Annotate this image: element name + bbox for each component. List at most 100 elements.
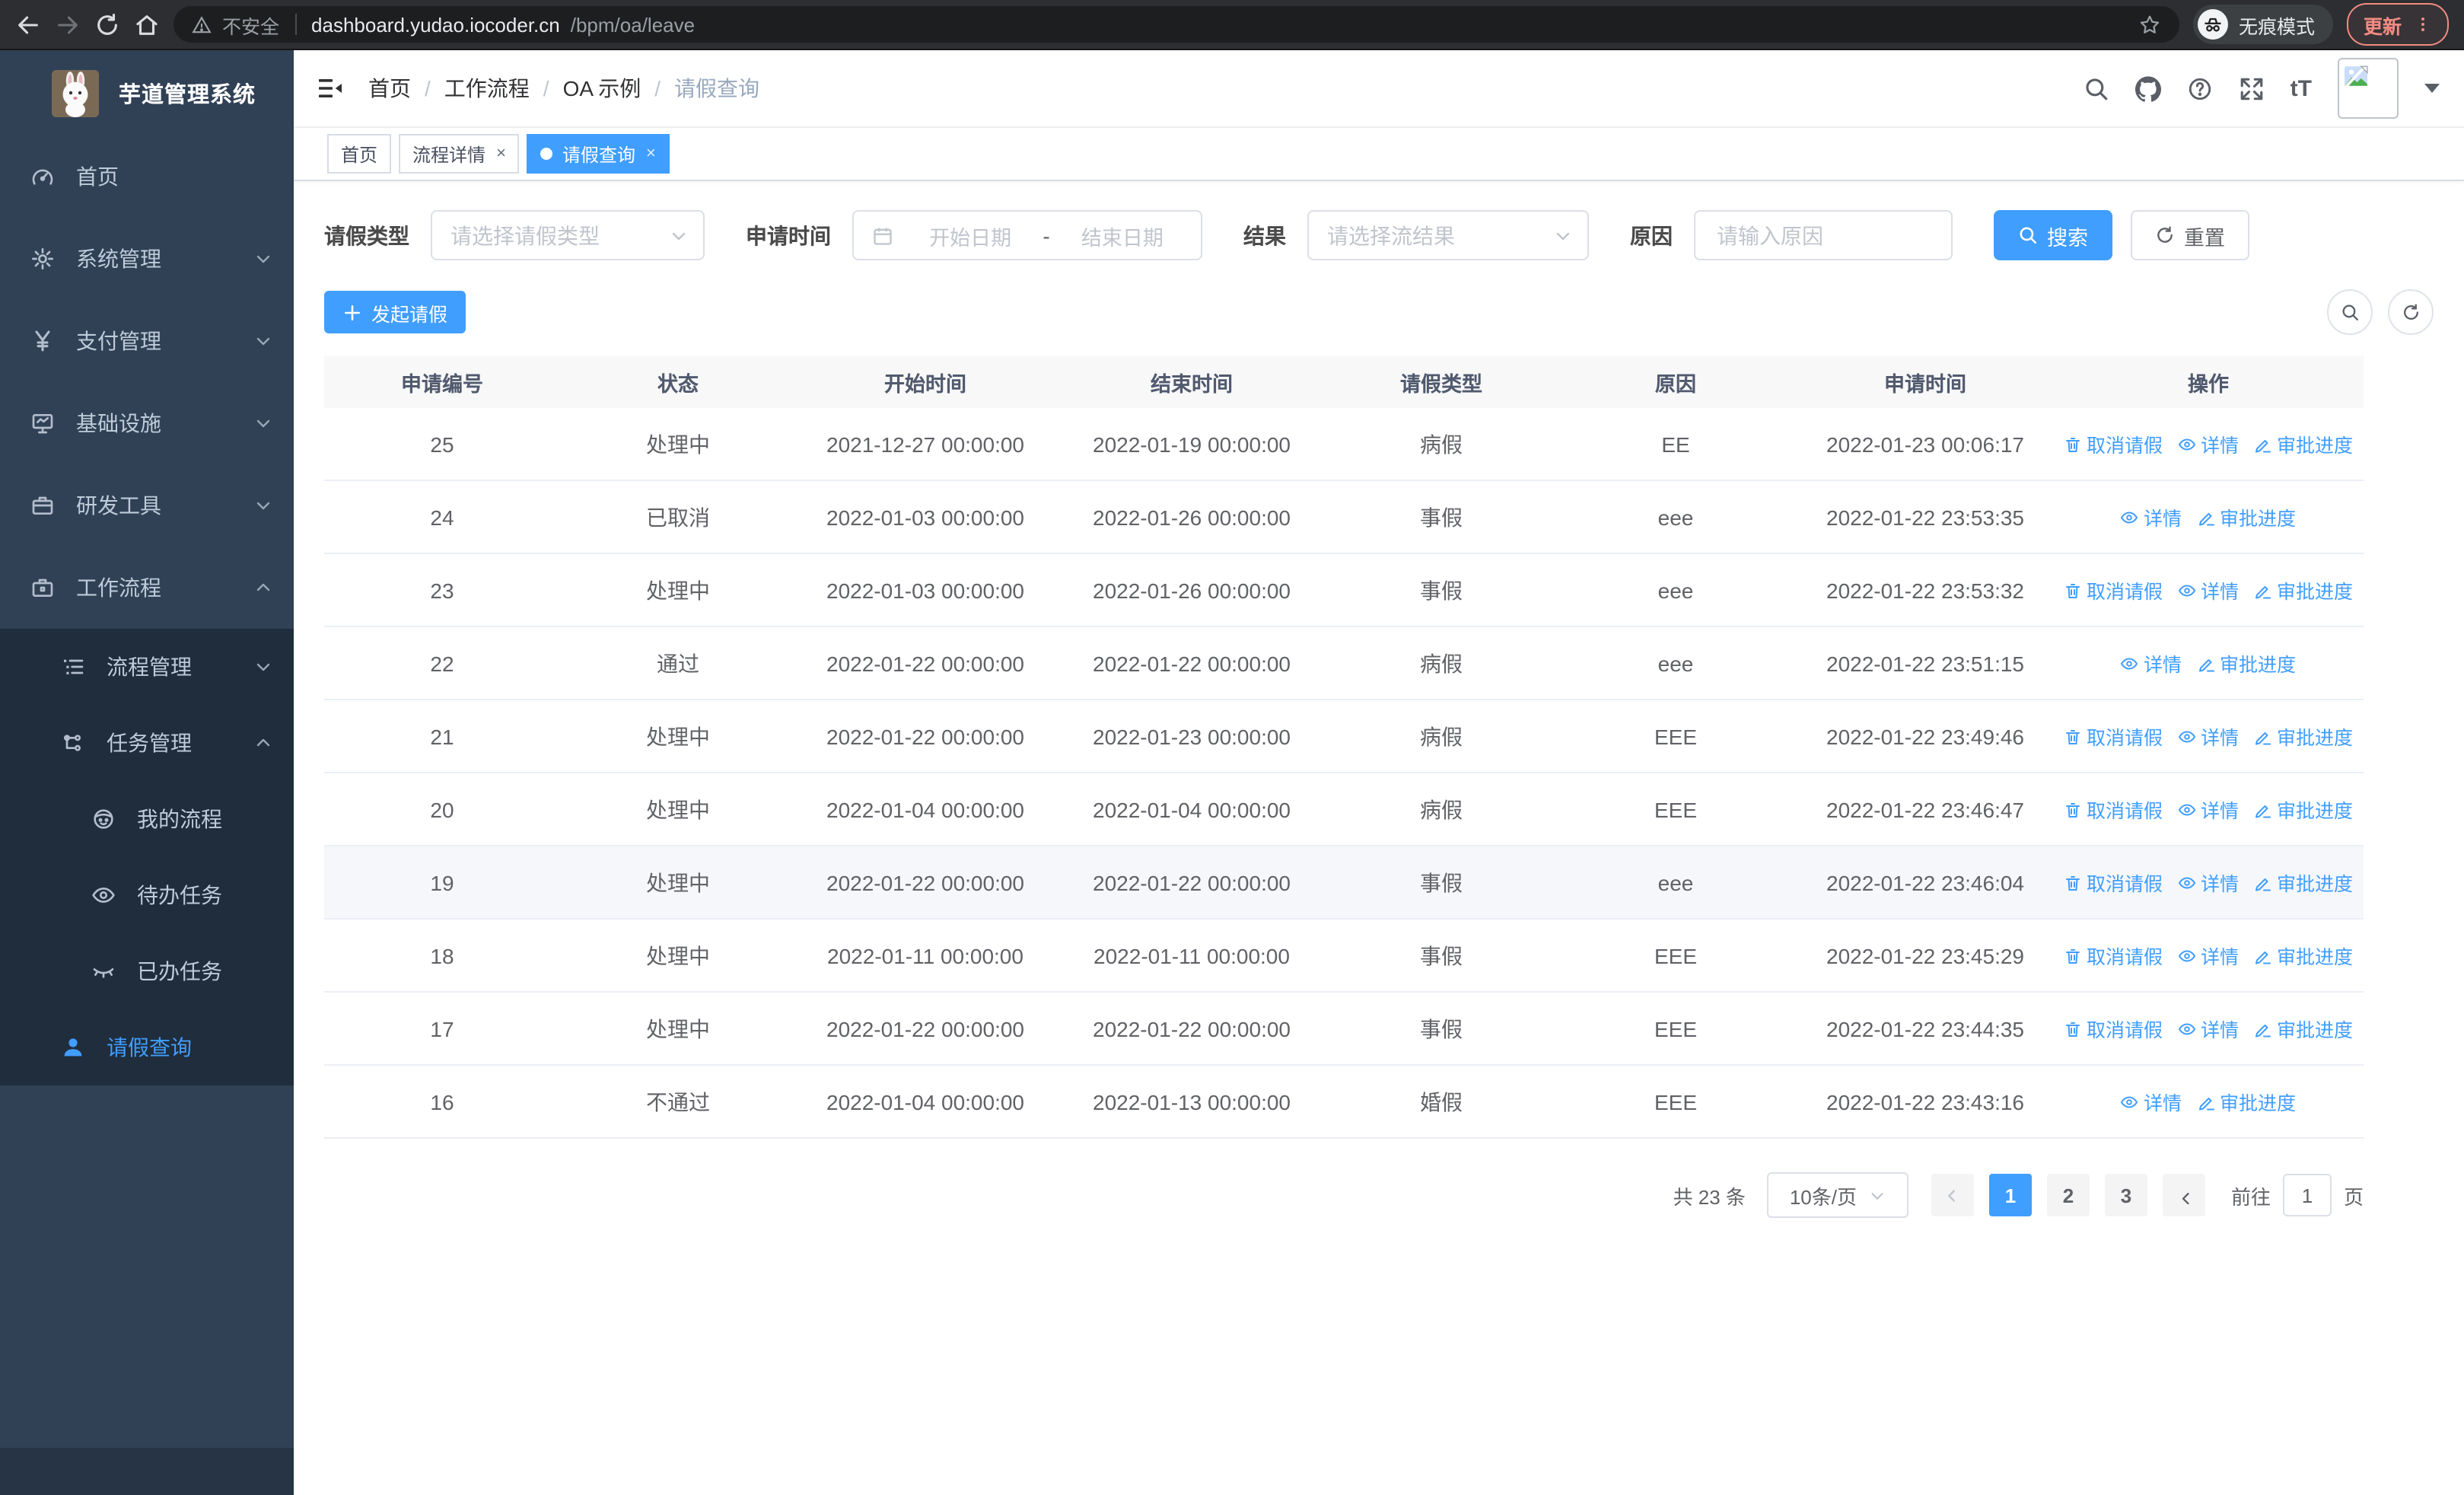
sidebar-item-devtools[interactable]: 研发工具 (0, 464, 294, 547)
sidebar-item-payment[interactable]: 支付管理 (0, 300, 294, 382)
tab-label: 流程详情 (412, 144, 486, 165)
text-size-icon[interactable]: tT (2291, 77, 2312, 100)
action-detail[interactable]: 详情 (2121, 1087, 2182, 1116)
action-progress[interactable]: 审批进度 (2254, 575, 2353, 604)
cell-reason: EEE (1654, 1089, 1697, 1114)
sidebar-item-process-mgmt[interactable]: 流程管理 (0, 629, 294, 705)
action-detail[interactable]: 详情 (2178, 1014, 2239, 1043)
back-icon[interactable] (15, 11, 41, 37)
action-cancel[interactable]: 取消请假 (2064, 868, 2163, 897)
breadcrumb-home[interactable]: 首页 (368, 73, 411, 104)
action-progress[interactable]: 审批进度 (2197, 649, 2296, 677)
action-cancel[interactable]: 取消请假 (2064, 941, 2163, 970)
sidebar-item-home[interactable]: 首页 (0, 135, 294, 218)
reload-icon[interactable] (94, 11, 120, 37)
action-detail[interactable]: 详情 (2178, 941, 2239, 970)
sidebar-item-infrastructure[interactable]: 基础设施 (0, 382, 294, 464)
sidebar-item-label: 已办任务 (137, 959, 222, 983)
view-tab-2[interactable]: 请假查询 × (527, 134, 670, 174)
sidebar-item-label: 请假查询 (107, 1035, 192, 1060)
view-tab-0[interactable]: 首页 (327, 134, 392, 174)
toggle-search-button[interactable] (2327, 289, 2373, 335)
security-label[interactable]: 不安全 (222, 10, 279, 39)
forward-icon[interactable] (55, 11, 81, 37)
create-leave-button[interactable]: 发起请假 (324, 291, 466, 333)
address-divider (294, 14, 297, 35)
chevron-down-icon (256, 663, 270, 671)
action-cancel[interactable]: 取消请假 (2064, 429, 2163, 458)
cell-status: 处理中 (646, 578, 710, 602)
app-logo-row[interactable]: 芋道管理系统 (0, 50, 294, 135)
action-progress[interactable]: 审批进度 (2254, 941, 2353, 970)
cell-status: 处理中 (646, 1016, 710, 1041)
cell-type: 病假 (1420, 651, 1463, 675)
edit-pen-icon (2255, 732, 2271, 744)
prev-page-button[interactable] (1931, 1174, 1974, 1216)
sidebar-item-leave-query[interactable]: 请假查询 (0, 1009, 294, 1085)
avatar[interactable] (2338, 58, 2399, 119)
action-progress[interactable]: 审批进度 (2254, 795, 2353, 824)
action-progress[interactable]: 审批进度 (2254, 868, 2353, 897)
action-cancel[interactable]: 取消请假 (2064, 1014, 2163, 1043)
sidebar-item-todo-tasks[interactable]: 待办任务 (0, 857, 294, 933)
cell-id: 20 (430, 797, 454, 821)
breadcrumb-oa-example[interactable]: OA 示例 (563, 73, 641, 104)
bookmark-star-icon[interactable] (2138, 13, 2161, 36)
action-detail[interactable]: 详情 (2121, 502, 2182, 531)
leave-table: 申请编号 状态 开始时间 结束时间 请假类型 原因 申请时间 操作 25 处理中 2021-12-… (324, 356, 2364, 1139)
action-detail[interactable]: 详情 (2178, 868, 2239, 897)
action-progress[interactable]: 审批进度 (2254, 1014, 2353, 1043)
refresh-table-button[interactable] (2388, 289, 2434, 335)
reason-input[interactable] (1714, 222, 1933, 249)
action-progress[interactable]: 审批进度 (2197, 502, 2296, 531)
sidebar-item-label: 基础设施 (76, 411, 161, 435)
action-detail[interactable]: 详情 (2178, 795, 2239, 824)
github-icon[interactable] (2135, 75, 2161, 101)
sidebar-item-done-tasks[interactable]: 已办任务 (0, 933, 294, 1009)
action-cancel[interactable]: 取消请假 (2064, 575, 2163, 604)
user-icon (64, 1038, 82, 1057)
leave-type-select[interactable]: 请选择请假类型 (431, 210, 705, 260)
action-cancel[interactable]: 取消请假 (2064, 722, 2163, 751)
cell-end: 2022-01-04 00:00:00 (1093, 797, 1291, 821)
header-search-icon[interactable] (2084, 75, 2109, 101)
close-tab-icon[interactable]: × (496, 145, 506, 162)
home-icon[interactable] (134, 11, 160, 37)
view-tab-1[interactable]: 流程详情 × (399, 134, 520, 174)
goto-page-input[interactable] (2282, 1174, 2332, 1216)
incognito-icon (2197, 9, 2228, 40)
action-detail[interactable]: 详情 (2121, 649, 2182, 677)
search-button[interactable]: 搜索 (1994, 210, 2112, 260)
action-detail[interactable]: 详情 (2178, 575, 2239, 604)
reset-button[interactable]: 重置 (2131, 210, 2249, 260)
page-button-3[interactable]: 3 (2104, 1174, 2147, 1216)
action-cancel[interactable]: 取消请假 (2064, 795, 2163, 824)
page-button-1[interactable]: 1 (1988, 1174, 2032, 1216)
breadcrumb-workflow[interactable]: 工作流程 (444, 73, 530, 104)
sidebar-item-my-process[interactable]: 我的流程 (0, 781, 294, 857)
next-page-button[interactable] (2162, 1174, 2205, 1216)
avatar-dropdown-caret[interactable] (2424, 84, 2440, 93)
action-detail[interactable]: 详情 (2178, 722, 2239, 751)
address-bar[interactable]: 不安全 dashboard.yudao.iocoder.cn/bpm/oa/le… (173, 6, 2179, 43)
action-detail[interactable]: 详情 (2178, 429, 2239, 458)
edit-pen-icon (2198, 658, 2214, 671)
browser-menu-icon[interactable] (2414, 14, 2432, 35)
app-title: 芋道管理系统 (119, 83, 256, 107)
action-progress[interactable]: 审批进度 (2254, 429, 2353, 458)
result-select[interactable]: 请选择流结果 (1307, 210, 1589, 260)
apply-time-range-picker[interactable]: 开始日期 - 结束日期 (852, 210, 1202, 260)
tab-label: 请假查询 (562, 144, 635, 165)
collapse-menu-icon[interactable] (317, 75, 344, 102)
page-button-2[interactable]: 2 (2046, 1174, 2090, 1216)
sidebar-item-task-mgmt[interactable]: 任务管理 (0, 705, 294, 781)
sidebar-item-system[interactable]: 系统管理 (0, 218, 294, 300)
fullscreen-icon[interactable] (2239, 75, 2265, 101)
action-progress[interactable]: 审批进度 (2254, 722, 2353, 751)
update-button[interactable]: 更新 (2346, 3, 2449, 46)
action-progress[interactable]: 审批进度 (2197, 1087, 2296, 1116)
close-tab-icon[interactable]: × (646, 145, 656, 162)
help-icon[interactable] (2187, 75, 2213, 101)
page-size-select[interactable]: 10条/页 (1766, 1172, 1908, 1218)
sidebar-item-workflow[interactable]: 工作流程 (0, 547, 294, 629)
